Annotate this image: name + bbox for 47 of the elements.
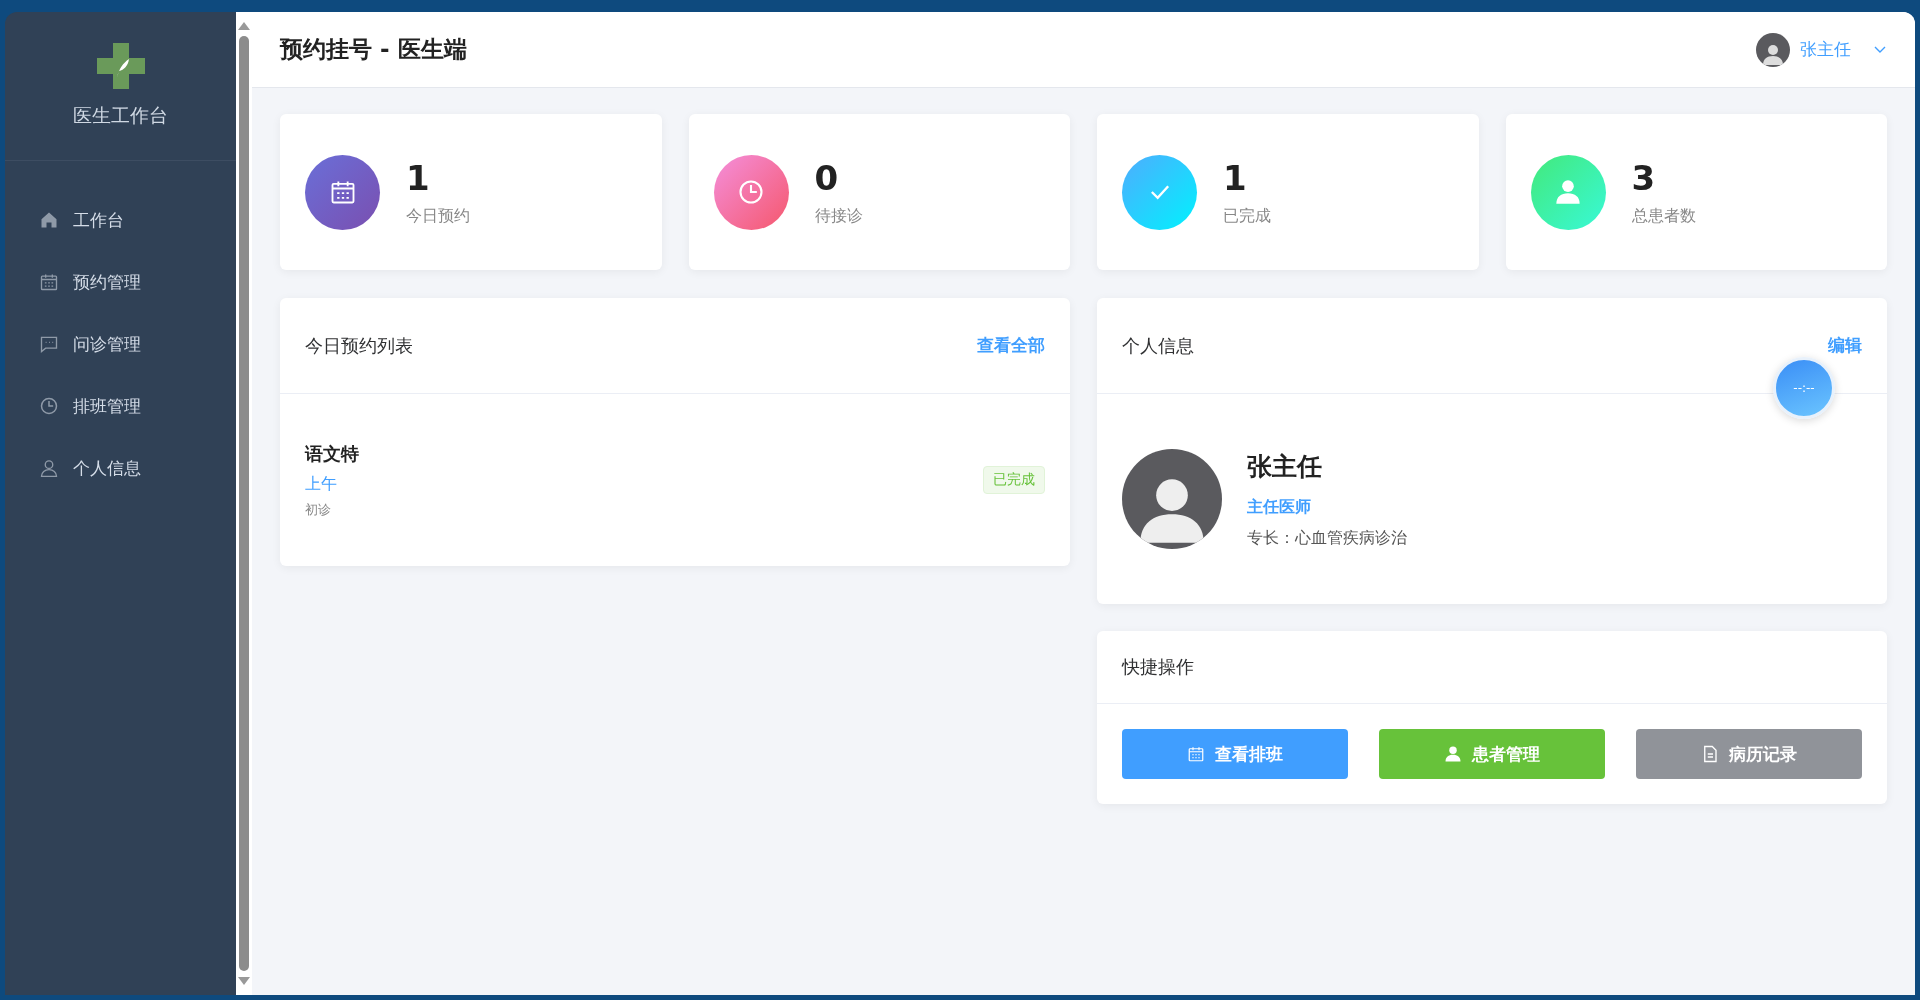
clock-icon [39,396,59,416]
sidebar-title: 医生工作台 [73,103,168,128]
doctor-name: 张主任 [1247,450,1323,483]
cross-leaf-logo [96,43,145,89]
edit-link[interactable]: 编辑 [1828,334,1862,357]
scroll-down-icon[interactable] [238,977,250,985]
menu-item[interactable]: 工作台 [5,189,236,251]
doctor-specialty: 专长：心血管疾病诊治 [1247,527,1407,549]
user-icon [39,458,59,478]
stat-label: 今日预约 [406,205,470,227]
card-title: 快捷操作 [1122,655,1194,679]
stat-label: 总患者数 [1631,205,1696,227]
visit-type: 初诊 [305,500,332,519]
scroll-up-icon[interactable] [238,22,250,30]
calendar-icon [1187,745,1205,763]
user-icon [1554,178,1582,206]
clock-icon [737,178,765,206]
user-icon [1444,745,1462,763]
avatar-placeholder [1756,32,1790,67]
stat-value: 0 [814,157,840,198]
card-title: 今日预约列表 [305,333,413,358]
doctor-title: 主任医师 [1247,496,1312,518]
page-title: 预约挂号 - 医生端 [280,35,467,64]
scrollbar[interactable] [236,12,252,995]
time-period: 上午 [305,473,338,495]
status-tag: 已完成 [983,466,1045,494]
menu-item[interactable]: 预约管理 [5,251,236,313]
stat-value: 1 [1223,157,1248,198]
home-icon [39,210,59,230]
scrollbar-thumb[interactable] [239,36,249,971]
action-button[interactable]: 查看排班 [1122,729,1348,779]
view-all-link[interactable]: 查看全部 [977,334,1045,357]
stat-value: 1 [406,157,431,198]
menu-item[interactable]: 排班管理 [5,375,236,437]
action-button[interactable]: 病历记录 [1636,729,1862,779]
chat-icon [39,334,59,354]
card-title: 个人信息 [1122,333,1194,358]
document-icon [1701,745,1719,763]
user-name-link[interactable]: 张主任 [1800,38,1851,61]
stat-value: 3 [1631,157,1657,198]
calendar-icon [39,272,59,292]
stat-label: 待接诊 [814,205,863,227]
menu-item[interactable]: 问诊管理 [5,313,236,375]
stat-label: 已完成 [1223,205,1271,227]
menu-item[interactable]: 个人信息 [5,437,236,499]
patient-name: 语文特 [305,441,359,466]
action-button[interactable]: 患者管理 [1379,729,1605,779]
